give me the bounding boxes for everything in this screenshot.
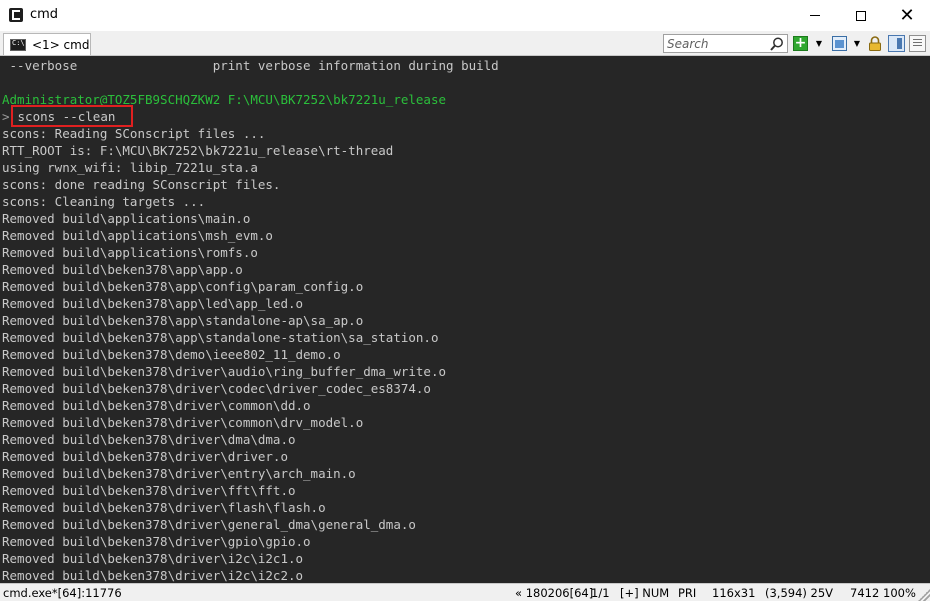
minimize-icon	[810, 15, 820, 16]
console-line: Removed build\beken378\app\standalone-ap…	[2, 313, 364, 328]
console-line: Removed build\beken378\driver\i2c\i2c2.o	[2, 568, 304, 583]
new-console-icon[interactable]: +	[793, 36, 808, 51]
console-line: Removed build\beken378\driver\flash\flas…	[2, 500, 326, 515]
console-line: Removed build\beken378\driver\driver.o	[2, 449, 288, 464]
console-line: Removed build\beken378\driver\entry\arch…	[2, 466, 356, 481]
status-priority: PRI	[678, 586, 699, 600]
console-line: Removed build\applications\msh_evm.o	[2, 228, 273, 243]
console-line: scons: Cleaning targets ...	[2, 194, 206, 209]
close-button[interactable]: ✕	[884, 0, 930, 31]
lock-icon[interactable]	[868, 36, 882, 51]
maximize-button[interactable]	[838, 0, 884, 31]
console-line: Removed build\applications\romfs.o	[2, 245, 258, 260]
title-bar: cmd ✕	[0, 0, 930, 31]
console-line: Removed build\beken378\driver\audio\ring…	[2, 364, 447, 379]
layout-icon[interactable]	[832, 36, 847, 51]
search-icon[interactable]	[769, 36, 785, 52]
maximize-icon	[856, 10, 866, 21]
console-line: scons: done reading SConscript files.	[2, 177, 281, 192]
status-process[interactable]: cmd.exe*[64]:11776	[3, 586, 122, 600]
console-icon	[10, 38, 26, 51]
console-line: Removed build\applications\main.o	[2, 211, 251, 226]
console-line: Removed build\beken378\driver\common\dd.…	[2, 398, 311, 413]
search-input[interactable]	[664, 35, 766, 52]
console-line: using rwnx_wifi: libip_7221u_sta.a	[2, 160, 258, 175]
tab-label: <1> cmd	[32, 37, 90, 52]
panel-view-icon[interactable]	[888, 35, 905, 52]
status-zoom[interactable]: 100%	[883, 586, 916, 600]
console-line: Removed build\beken378\app\app.o	[2, 262, 243, 277]
status-bar: cmd.exe*[64]:11776 « 180206[64] 1/1 [+] …	[0, 583, 930, 601]
console-line: Removed build\beken378\driver\general_dm…	[2, 517, 416, 532]
console-line: Removed build\beken378\driver\fft\fft.o	[2, 483, 296, 498]
console-line: Removed build\beken378\driver\dma\dma.o	[2, 432, 296, 447]
status-size: 116x31	[712, 586, 756, 600]
console-line: Removed build\beken378\app\config\param_…	[2, 279, 364, 294]
command-highlight-box	[11, 105, 133, 127]
status-number: 7412	[850, 586, 880, 600]
console-line: Removed build\beken378\app\standalone-st…	[2, 330, 439, 345]
console-line: RTT_ROOT is: F:\MCU\BK7252\bk7221u_relea…	[2, 143, 394, 158]
prompt-arrow: >	[2, 109, 10, 124]
status-page: 1/1	[591, 586, 610, 600]
console-line: Removed build\beken378\driver\codec\driv…	[2, 381, 431, 396]
close-icon: ✕	[899, 4, 915, 26]
console-line: --verbose print verbose information duri…	[2, 58, 499, 73]
toolbar: <1> cmd	[0, 31, 930, 56]
console-line: Removed build\beken378\demo\ieee802_11_d…	[2, 347, 341, 362]
minimize-button[interactable]	[792, 0, 838, 31]
console-line: Removed build\beken378\driver\i2c\i2c1.o	[2, 551, 304, 566]
new-console-dropdown-icon[interactable]: ▼	[813, 35, 825, 52]
console-line: Removed build\beken378\driver\common\drv…	[2, 415, 364, 430]
console-output[interactable]: --verbose print verbose information duri…	[0, 56, 930, 583]
cmd-app-icon[interactable]	[9, 8, 23, 22]
status-pid[interactable]: « 180206[64]	[515, 586, 593, 600]
console-line: Removed build\beken378\driver\gpio\gpio.…	[2, 534, 311, 549]
resize-grip[interactable]	[918, 589, 930, 601]
window-title: cmd	[30, 7, 59, 22]
status-flags: [+] NUM	[620, 586, 670, 600]
search-box[interactable]	[663, 34, 788, 53]
status-cursor: (3,594) 25V	[765, 586, 834, 600]
tab-cmd[interactable]: <1> cmd	[3, 33, 91, 55]
console-line: Removed build\beken378\app\led\app_led.o	[2, 296, 304, 311]
menu-icon[interactable]	[909, 35, 926, 52]
layout-dropdown-icon[interactable]: ▼	[851, 35, 863, 52]
console-line: scons: Reading SConscript files ...	[2, 126, 266, 141]
